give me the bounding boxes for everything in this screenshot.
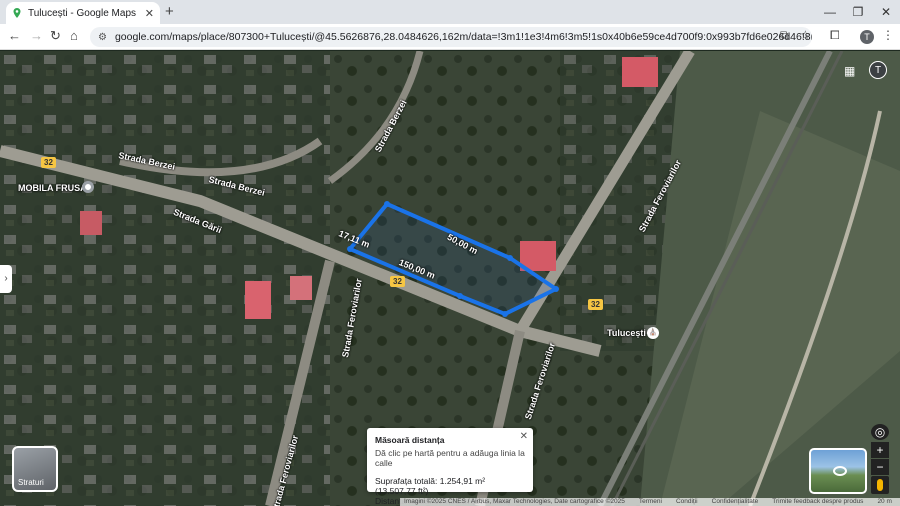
place-pin-icon[interactable] <box>82 181 94 193</box>
reload-icon[interactable]: ↻ <box>50 28 61 44</box>
measure-title: Măsoară distanța <box>375 435 445 445</box>
site-info-icon[interactable]: ⚙ <box>98 32 107 43</box>
maximize-button[interactable]: ❐ <box>844 0 872 24</box>
install-app-icon[interactable]: ⧉ <box>780 28 789 43</box>
forward-arrow-icon[interactable]: → <box>30 28 43 43</box>
terms-link[interactable]: Termeni <box>639 498 662 506</box>
road-shield: 32 <box>588 299 603 310</box>
road-shield: 32 <box>41 157 56 168</box>
scale-label[interactable]: 20 m <box>877 498 891 506</box>
layers-label: Straturi <box>18 478 44 487</box>
new-tab-button[interactable]: + <box>165 3 174 20</box>
google-maps-icon <box>12 8 22 18</box>
tab-title: Tulucești - Google Maps <box>28 7 137 19</box>
bookmark-star-icon[interactable]: ☆ <box>800 28 811 42</box>
home-icon[interactable]: ⌂ <box>70 28 78 43</box>
minimize-button[interactable]: — <box>816 0 844 24</box>
browser-toolbar: ← → ↻ ⌂ ⚙ google.com/maps/place/807300+T… <box>0 24 900 50</box>
street-view-thumbnail[interactable] <box>809 448 867 494</box>
expand-side-panel-button[interactable]: › <box>0 265 12 293</box>
measure-subtitle: Dă clic pe hartă pentru a adăuga linia l… <box>375 448 525 468</box>
measure-distance-card: ✕ Măsoară distanța Dă clic pe hartă pent… <box>367 428 533 506</box>
url-text: google.com/maps/place/807300+Tulucești/@… <box>114 31 812 43</box>
close-icon[interactable]: ✕ <box>520 431 528 442</box>
road-shield: 32 <box>390 276 405 287</box>
layers-button[interactable]: Straturi <box>12 446 58 492</box>
browser-profile-avatar[interactable]: T <box>860 30 874 44</box>
village-label[interactable]: Tulucești <box>607 328 646 338</box>
apps-grid-icon[interactable]: ▦ <box>844 64 858 78</box>
address-bar[interactable]: ⚙ google.com/maps/place/807300+Tulucești… <box>90 27 812 47</box>
privacy-link[interactable]: Confidențialitate <box>712 498 759 506</box>
feedback-link[interactable]: Trimite feedback despre produs <box>772 498 863 506</box>
place-label[interactable]: MOBILA FRUSA <box>18 183 87 193</box>
imagery-credit: Imagini ©2025 CNES / Airbus, Maxar Techn… <box>404 498 625 505</box>
landmark-icon[interactable]: ⛪ <box>647 327 659 339</box>
map-attribution: Imagini ©2025 CNES / Airbus, Maxar Techn… <box>400 498 900 506</box>
browser-tab-strip: Tulucești - Google Maps ✕ + — ❐ ✕ <box>0 0 900 24</box>
street-view-icon <box>833 466 847 476</box>
browser-tab[interactable]: Tulucești - Google Maps ✕ <box>6 2 160 24</box>
zoom-out-button[interactable]: − <box>871 459 889 475</box>
menu-dots-icon[interactable]: ⋮ <box>882 28 894 42</box>
close-window-button[interactable]: ✕ <box>872 0 900 24</box>
my-location-icon[interactable]: ◎ <box>871 424 889 440</box>
window-controls: — ❐ ✕ <box>816 0 900 24</box>
zoom-in-button[interactable]: + <box>871 442 889 458</box>
conditions-link[interactable]: Condiții <box>676 498 698 506</box>
pegman-icon[interactable] <box>871 476 889 494</box>
back-arrow-icon[interactable]: ← <box>8 28 21 43</box>
extensions-icon[interactable]: ⧠ <box>830 28 840 43</box>
map-canvas[interactable]: MOBILA FRUSA Strada Gării Strada Berzei … <box>0 51 900 506</box>
total-area: Suprafața totală: 1.254,91 m² (13.507,77… <box>375 476 486 496</box>
close-tab-icon[interactable]: ✕ <box>145 7 154 20</box>
account-avatar[interactable]: T <box>869 61 887 79</box>
